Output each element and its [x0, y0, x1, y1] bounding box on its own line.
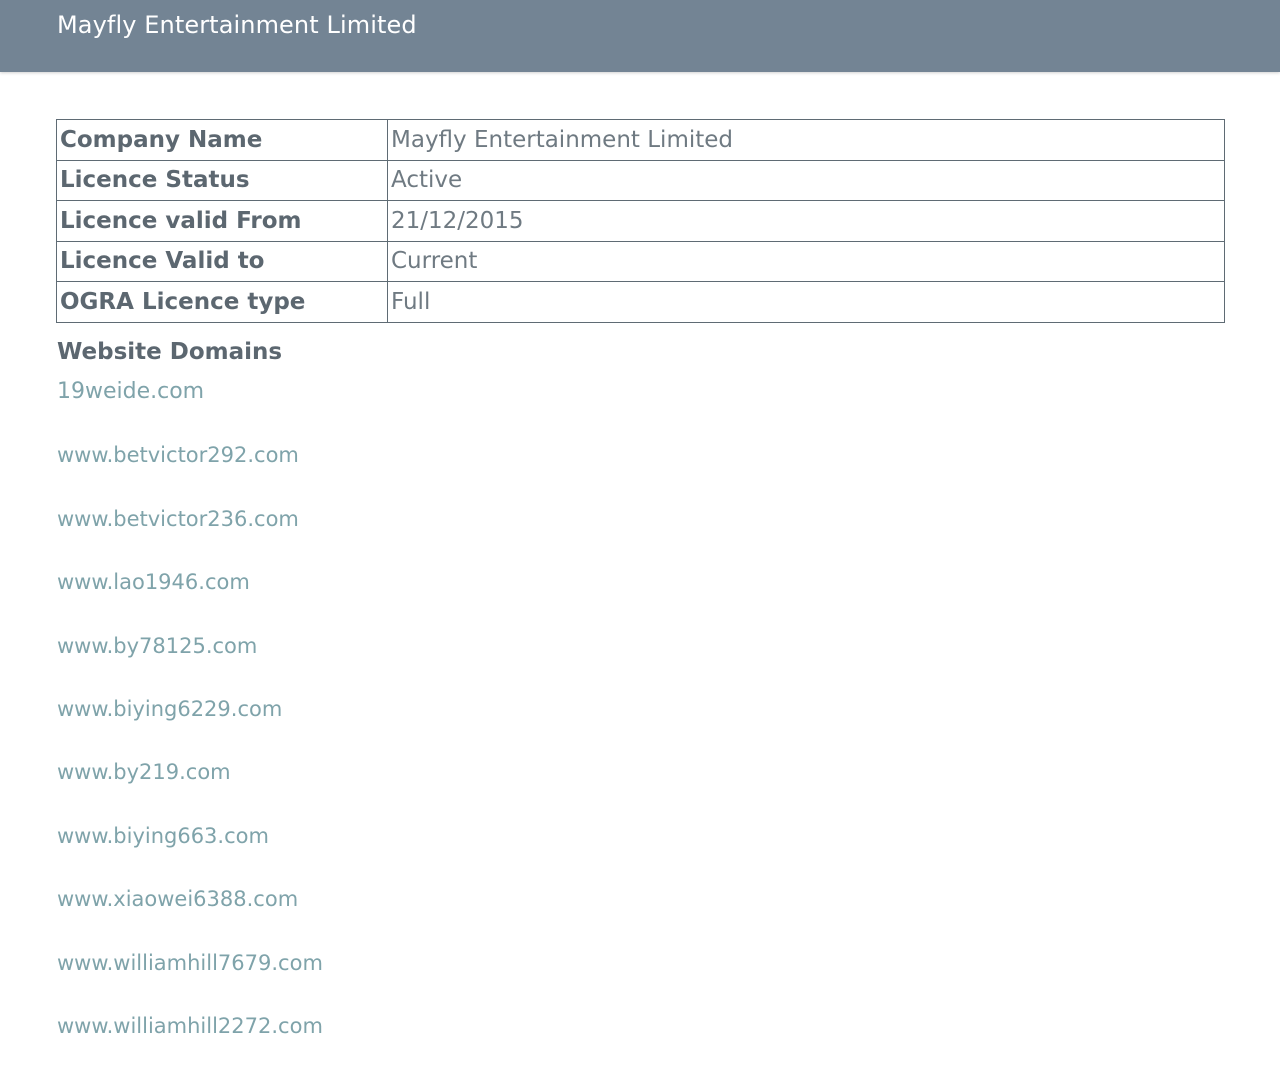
licence-details-table: Company Name Mayfly Entertainment Limite…	[56, 119, 1225, 323]
domain-link[interactable]: www.betvictor292.com	[57, 440, 323, 503]
licence-valid-to-label: Licence Valid to	[56, 240, 388, 282]
domain-link[interactable]: 19weide.com	[57, 377, 323, 440]
ogra-licence-type-label: OGRA Licence type	[56, 281, 388, 323]
licence-valid-from-label: Licence valid From	[56, 200, 388, 242]
domain-link[interactable]: www.biying663.com	[57, 821, 323, 884]
company-name-label: Company Name	[56, 119, 388, 161]
domain-link[interactable]: www.by78125.com	[57, 631, 323, 694]
licence-valid-to-value: Current	[387, 240, 1225, 282]
licence-valid-from-value: 21/12/2015	[387, 200, 1225, 242]
domain-link[interactable]: www.lao1946.com	[57, 567, 323, 630]
domain-link[interactable]: www.by219.com	[57, 757, 323, 820]
table-row: Licence valid From 21/12/2015	[56, 200, 1225, 242]
website-domains-heading: Website Domains	[57, 339, 283, 365]
table-row: Licence Status Active	[56, 159, 1225, 201]
licence-status-value: Active	[387, 159, 1225, 201]
domain-list: 19weide.com www.betvictor292.com www.bet…	[57, 377, 323, 1074]
company-name-value: Mayfly Entertainment Limited	[387, 119, 1225, 161]
table-row: Licence Valid to Current	[56, 240, 1225, 282]
page-header: Mayfly Entertainment Limited	[0, 0, 1280, 72]
domain-link[interactable]: www.williamhill7679.com	[57, 948, 323, 1011]
domain-link[interactable]: www.williamhill2272.com	[57, 1011, 323, 1074]
domain-link[interactable]: www.xiaowei6388.com	[57, 884, 323, 947]
table-row: Company Name Mayfly Entertainment Limite…	[56, 119, 1225, 161]
page-title: Mayfly Entertainment Limited	[57, 11, 417, 39]
ogra-licence-type-value: Full	[387, 281, 1225, 323]
table-row: OGRA Licence type Full	[56, 281, 1225, 323]
domain-link[interactable]: www.betvictor236.com	[57, 504, 323, 567]
domain-link[interactable]: www.biying6229.com	[57, 694, 323, 757]
licence-status-label: Licence Status	[56, 159, 388, 201]
